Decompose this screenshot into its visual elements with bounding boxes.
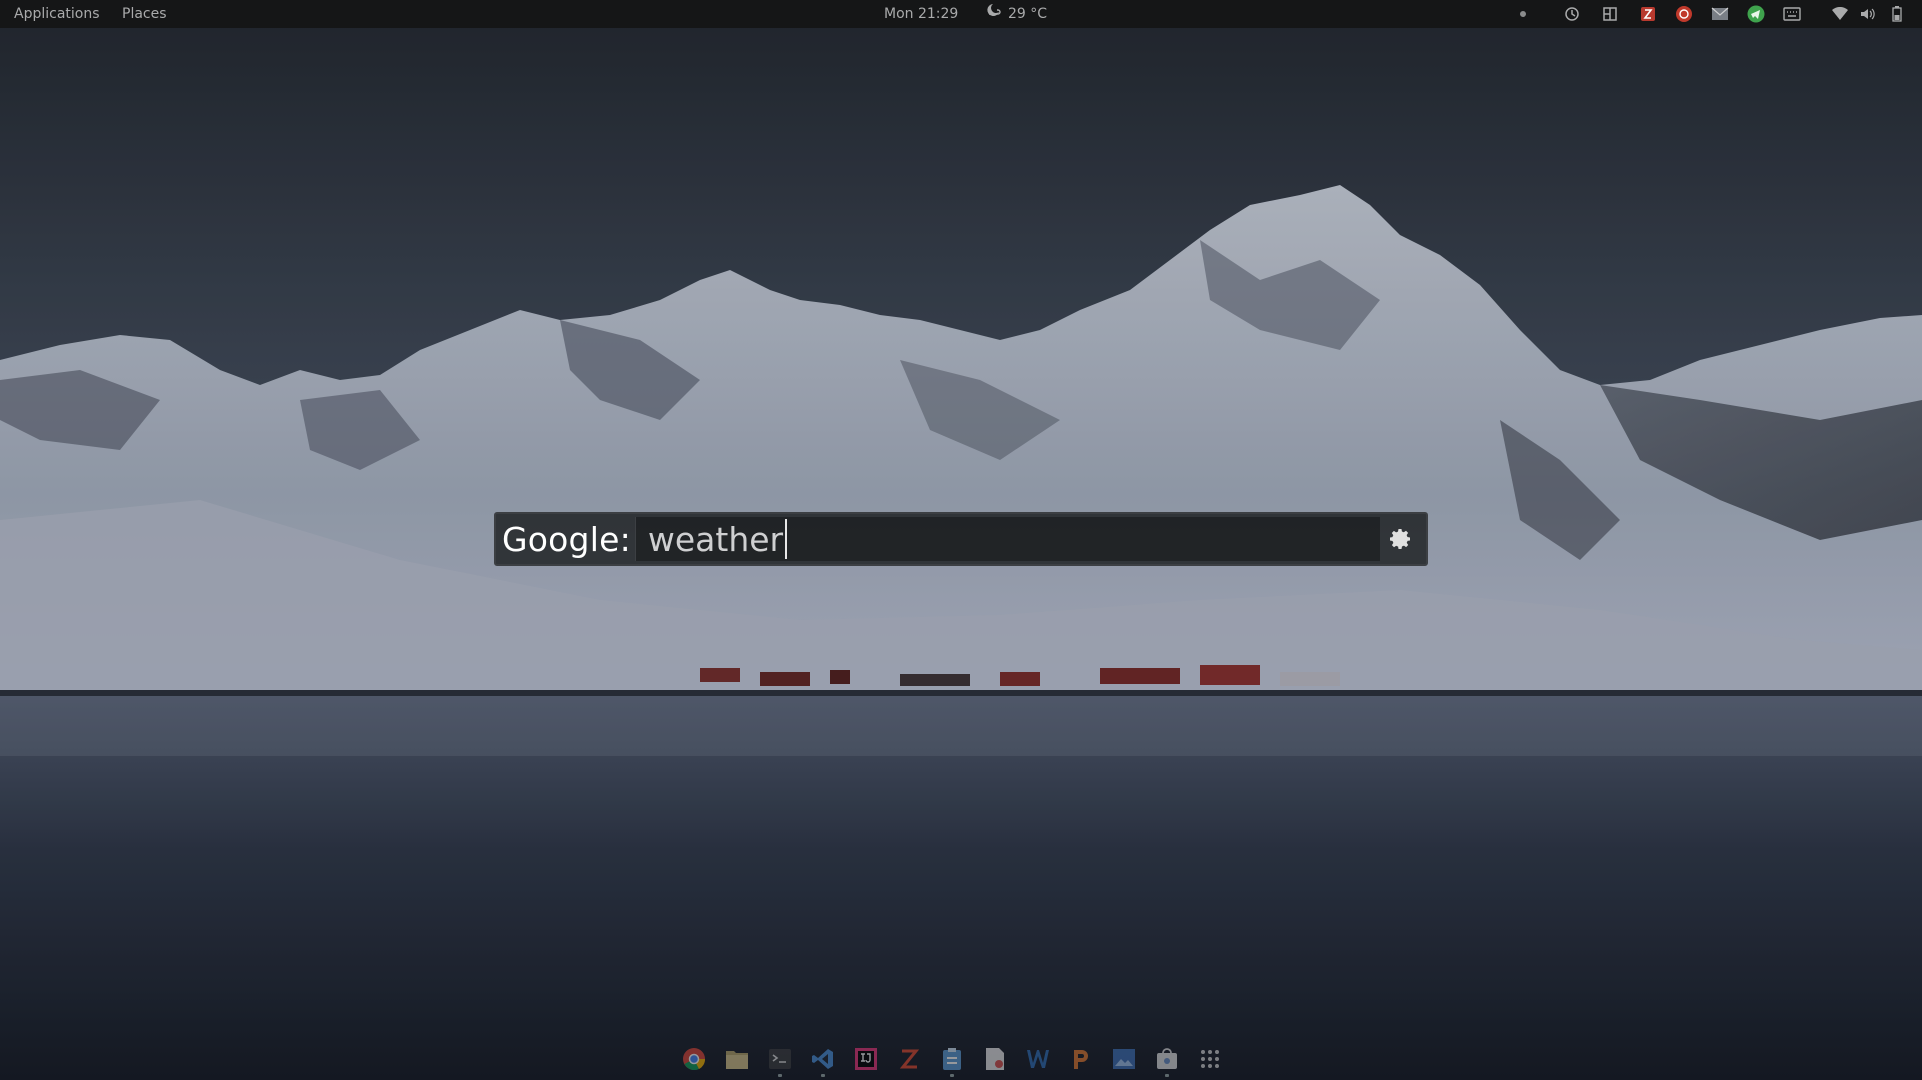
files-icon[interactable] (723, 1045, 751, 1073)
search-input[interactable]: weather (634, 517, 1380, 561)
clock[interactable]: Mon 21:29 (884, 0, 958, 28)
places-menu[interactable]: Places (116, 0, 173, 28)
running-indicator (821, 1074, 825, 1077)
zeal-tray-icon[interactable] (1638, 4, 1658, 24)
terminal-icon[interactable] (766, 1045, 794, 1077)
weather-temperature: 29 °C (1008, 6, 1048, 22)
wifi-icon[interactable] (1830, 4, 1850, 24)
word-icon[interactable] (1024, 1045, 1052, 1073)
text-caret (785, 519, 788, 559)
timer-icon[interactable] (1562, 4, 1582, 24)
mail-icon[interactable] (1710, 4, 1730, 24)
running-indicator (778, 1074, 782, 1077)
weather-indicator[interactable]: 29 °C (986, 0, 1047, 28)
web-search-launcher: Google: weather (494, 512, 1428, 566)
app-grid-icon[interactable] (1196, 1045, 1224, 1073)
image-viewer-icon[interactable] (1110, 1045, 1138, 1073)
running-indicator (1165, 1074, 1169, 1077)
search-query: weather (647, 519, 784, 559)
document-viewer-icon[interactable] (981, 1045, 1009, 1073)
top-panel: Applications Places Mon 21:29 29 °C (0, 0, 1922, 28)
battery-icon[interactable] (1887, 4, 1907, 24)
search-engine-label: Google: (502, 519, 631, 559)
dock (680, 1042, 1224, 1077)
clipboard-icon[interactable] (938, 1045, 966, 1077)
record-dot-icon[interactable] (1513, 4, 1533, 24)
powerpoint-icon[interactable] (1067, 1045, 1095, 1073)
applications-menu[interactable]: Applications (8, 0, 106, 28)
window-layout-icon[interactable] (1600, 4, 1620, 24)
software-center-icon[interactable] (1153, 1045, 1181, 1077)
telegram-icon[interactable] (1746, 4, 1766, 24)
zeal-icon[interactable] (895, 1045, 923, 1073)
pomodoro-icon[interactable] (1674, 4, 1694, 24)
moon-cloud-icon (986, 0, 1002, 28)
keyboard-icon[interactable] (1782, 4, 1802, 24)
chrome-icon[interactable] (680, 1045, 708, 1073)
vscode-icon[interactable] (809, 1045, 837, 1077)
running-indicator (950, 1074, 954, 1077)
volume-icon[interactable] (1857, 4, 1877, 24)
gear-icon[interactable] (1386, 524, 1416, 554)
intellij-icon[interactable] (852, 1045, 880, 1073)
